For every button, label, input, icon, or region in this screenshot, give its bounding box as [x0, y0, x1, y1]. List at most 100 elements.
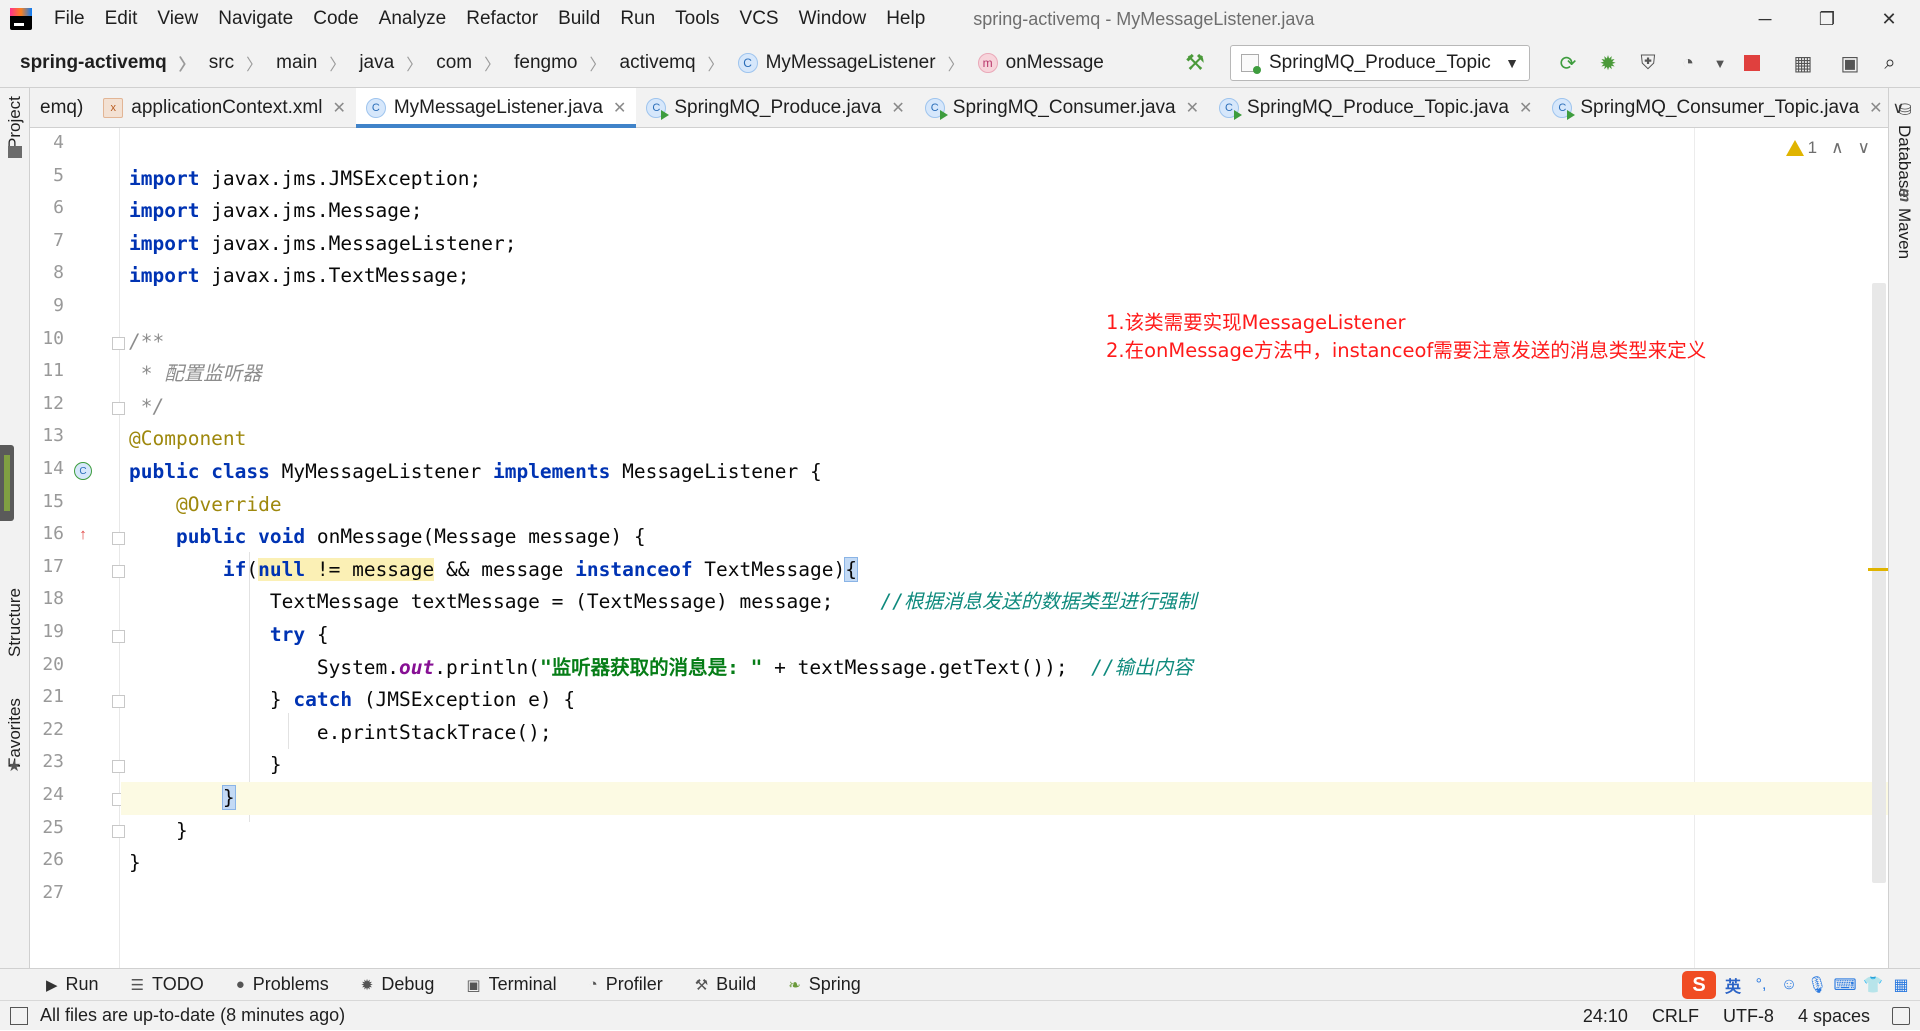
caret-position[interactable]: 24:10 [1571, 1006, 1640, 1027]
editor-tab[interactable]: C SpringMQ_Produce.java ✕ [636, 88, 914, 127]
breadcrumb-main[interactable]: main 〉 [262, 51, 345, 75]
line-number: 18 [42, 588, 64, 610]
tool-tab-run[interactable]: ▶ Run [0, 974, 115, 995]
tool-tab-profiler[interactable]: ◔ Profiler [573, 974, 679, 995]
menu-tools[interactable]: Tools [665, 8, 729, 30]
skin-icon[interactable]: 👕 [1862, 974, 1884, 996]
keyboard-icon[interactable]: ⌨ [1833, 974, 1856, 996]
editor-tab[interactable]: C SpringMQ_Produce_Topic.java ✕ [1209, 88, 1542, 127]
tool-tab-debug[interactable]: ✹ Debug [345, 974, 451, 995]
close-window-button[interactable]: ✕ [1858, 0, 1920, 38]
menu-navigate[interactable]: Navigate [208, 8, 303, 30]
static-field: out [399, 655, 435, 679]
ime-language-toggle[interactable]: 英 [1722, 974, 1744, 996]
tool-tab-label: Spring [808, 974, 861, 994]
more-run-actions-icon[interactable]: ▼ [1711, 46, 1729, 80]
breadcrumb-com[interactable]: com 〉 [422, 51, 500, 75]
breadcrumb-method[interactable]: m onMessage [964, 52, 1104, 74]
chevron-right-icon: 〉 [484, 56, 501, 74]
breadcrumb-src[interactable]: src 〉 [195, 51, 262, 75]
show-hidden-tabs-icon[interactable]: ∨ [1893, 88, 1905, 127]
microphone-icon[interactable]: 🎙 [1806, 974, 1828, 996]
menu-file[interactable]: File [44, 8, 95, 30]
rerun-icon[interactable]: ⟳ [1551, 46, 1585, 80]
menu-build[interactable]: Build [548, 8, 610, 30]
code-text-area[interactable]: import javax.jms.JMSException; import ja… [121, 128, 1888, 968]
file-encoding[interactable]: UTF-8 [1711, 1006, 1786, 1027]
close-tab-icon[interactable]: ✕ [891, 98, 904, 118]
warning-stripe-marker[interactable] [1868, 568, 1888, 571]
line-number: 17 [42, 555, 64, 577]
search-everywhere-icon[interactable]: ⌕ [1873, 46, 1907, 80]
breadcrumb-fengmo[interactable]: fengmo 〉 [500, 51, 605, 75]
profile-icon[interactable]: ◔ [1671, 46, 1705, 80]
menu-analyze[interactable]: Analyze [369, 8, 457, 30]
vertical-scrollbar[interactable] [1872, 283, 1886, 883]
menu-code[interactable]: Code [303, 8, 368, 30]
menu-vcs[interactable]: VCS [730, 8, 789, 30]
inspection-widget[interactable]: 1 ∧ ∨ [1785, 138, 1870, 158]
restore-button[interactable]: ❐ [1796, 0, 1858, 38]
breadcrumb-project[interactable]: spring-activemq 〉 [0, 51, 195, 75]
debug-bug-icon[interactable]: ✹ [1591, 46, 1625, 80]
line-number: 27 [42, 881, 64, 903]
editor-tab[interactable]: C SpringMQ_Consumer.java ✕ [915, 88, 1209, 127]
lock-icon[interactable] [1892, 1007, 1910, 1025]
previous-highlight-icon[interactable]: ∧ [1831, 138, 1843, 158]
emoji-icon[interactable]: ☺ [1778, 974, 1800, 996]
indent-setting[interactable]: 4 spaces [1786, 1006, 1882, 1027]
code-line: } [121, 847, 1888, 880]
editor-tab[interactable]: C SpringMQ_Consumer_Topic.java ✕ [1542, 88, 1892, 127]
menu-refactor[interactable]: Refactor [456, 8, 548, 30]
run-anything-icon[interactable]: ▣ [1833, 46, 1867, 80]
tool-tab-spring[interactable]: ❧ Spring [772, 974, 877, 995]
code-text: javax.jms.Message; [199, 199, 423, 223]
tool-tab-todo[interactable]: ☰ TODO [115, 974, 220, 995]
line-separator[interactable]: CRLF [1640, 1006, 1711, 1027]
editor-tab-active[interactable]: C MyMessageListener.java ✕ [355, 88, 637, 128]
close-tab-icon[interactable]: ✕ [332, 98, 345, 118]
breadcrumb-class[interactable]: C MyMessageListener 〉 [724, 51, 964, 75]
warning-count[interactable]: 1 [1785, 138, 1817, 158]
build-hammer-icon[interactable]: ⚒ [1180, 48, 1210, 78]
override-marker-icon[interactable]: ↑ [74, 525, 92, 543]
editor-tab[interactable]: emq) [30, 88, 93, 127]
menu-edit[interactable]: Edit [95, 8, 148, 30]
toolbox-icon[interactable]: ▦ [1890, 974, 1912, 996]
stop-icon[interactable] [1735, 46, 1769, 80]
line-number: 22 [42, 718, 64, 740]
tool-tab-build[interactable]: ⚒ Build [679, 974, 772, 995]
close-tab-icon[interactable]: ✕ [1869, 98, 1882, 118]
status-bar: All files are up-to-date (8 minutes ago)… [0, 1000, 1920, 1030]
tool-window-toggle-icon[interactable] [10, 1006, 28, 1025]
menu-view[interactable]: View [147, 8, 208, 30]
code-editor[interactable]: 4 5 6 7 8 9 10 11 12 13 14 15 16 17 18 1… [30, 128, 1888, 968]
run-configuration-select[interactable]: SpringMQ_Produce_Topic ▼ [1230, 45, 1530, 81]
editor-tab[interactable]: x applicationContext.xml ✕ [93, 88, 356, 127]
sogou-ime-logo[interactable]: S [1682, 971, 1716, 999]
minimize-button[interactable]: ─ [1734, 0, 1796, 38]
tool-tab-terminal[interactable]: ▣ Terminal [450, 974, 572, 995]
breadcrumb-activemq[interactable]: activemq 〉 [606, 51, 724, 75]
implementation-marker-icon[interactable]: C [74, 462, 92, 480]
breadcrumb-java[interactable]: java 〉 [345, 51, 422, 75]
project-structure-icon[interactable]: ▦ [1786, 46, 1820, 80]
line-number: 5 [53, 164, 64, 186]
coverage-shield-icon[interactable]: ⛨ [1631, 46, 1665, 80]
close-tab-icon[interactable]: ✕ [613, 98, 626, 118]
tool-tab-problems[interactable]: ● Problems [220, 974, 345, 995]
code-line: TextMessage textMessage = (TextMessage) … [121, 586, 1888, 619]
maven-tool-window-tab[interactable]: m Maven [1888, 188, 1920, 268]
close-tab-icon[interactable]: ✕ [1186, 98, 1199, 118]
next-highlight-icon[interactable]: ∨ [1858, 138, 1870, 158]
editor-gutter: 4 5 6 7 8 9 10 11 12 13 14 15 16 17 18 1… [30, 128, 125, 968]
close-tab-icon[interactable]: ✕ [1519, 98, 1532, 118]
structure-tool-window-tab[interactable]: Structure [0, 578, 30, 668]
keyword: void [258, 525, 306, 549]
menu-run[interactable]: Run [610, 8, 665, 30]
punctuation-icon[interactable]: °, [1750, 974, 1772, 996]
menu-window[interactable]: Window [789, 8, 877, 30]
menu-help[interactable]: Help [876, 8, 935, 30]
side-panel-handle[interactable] [0, 445, 14, 521]
